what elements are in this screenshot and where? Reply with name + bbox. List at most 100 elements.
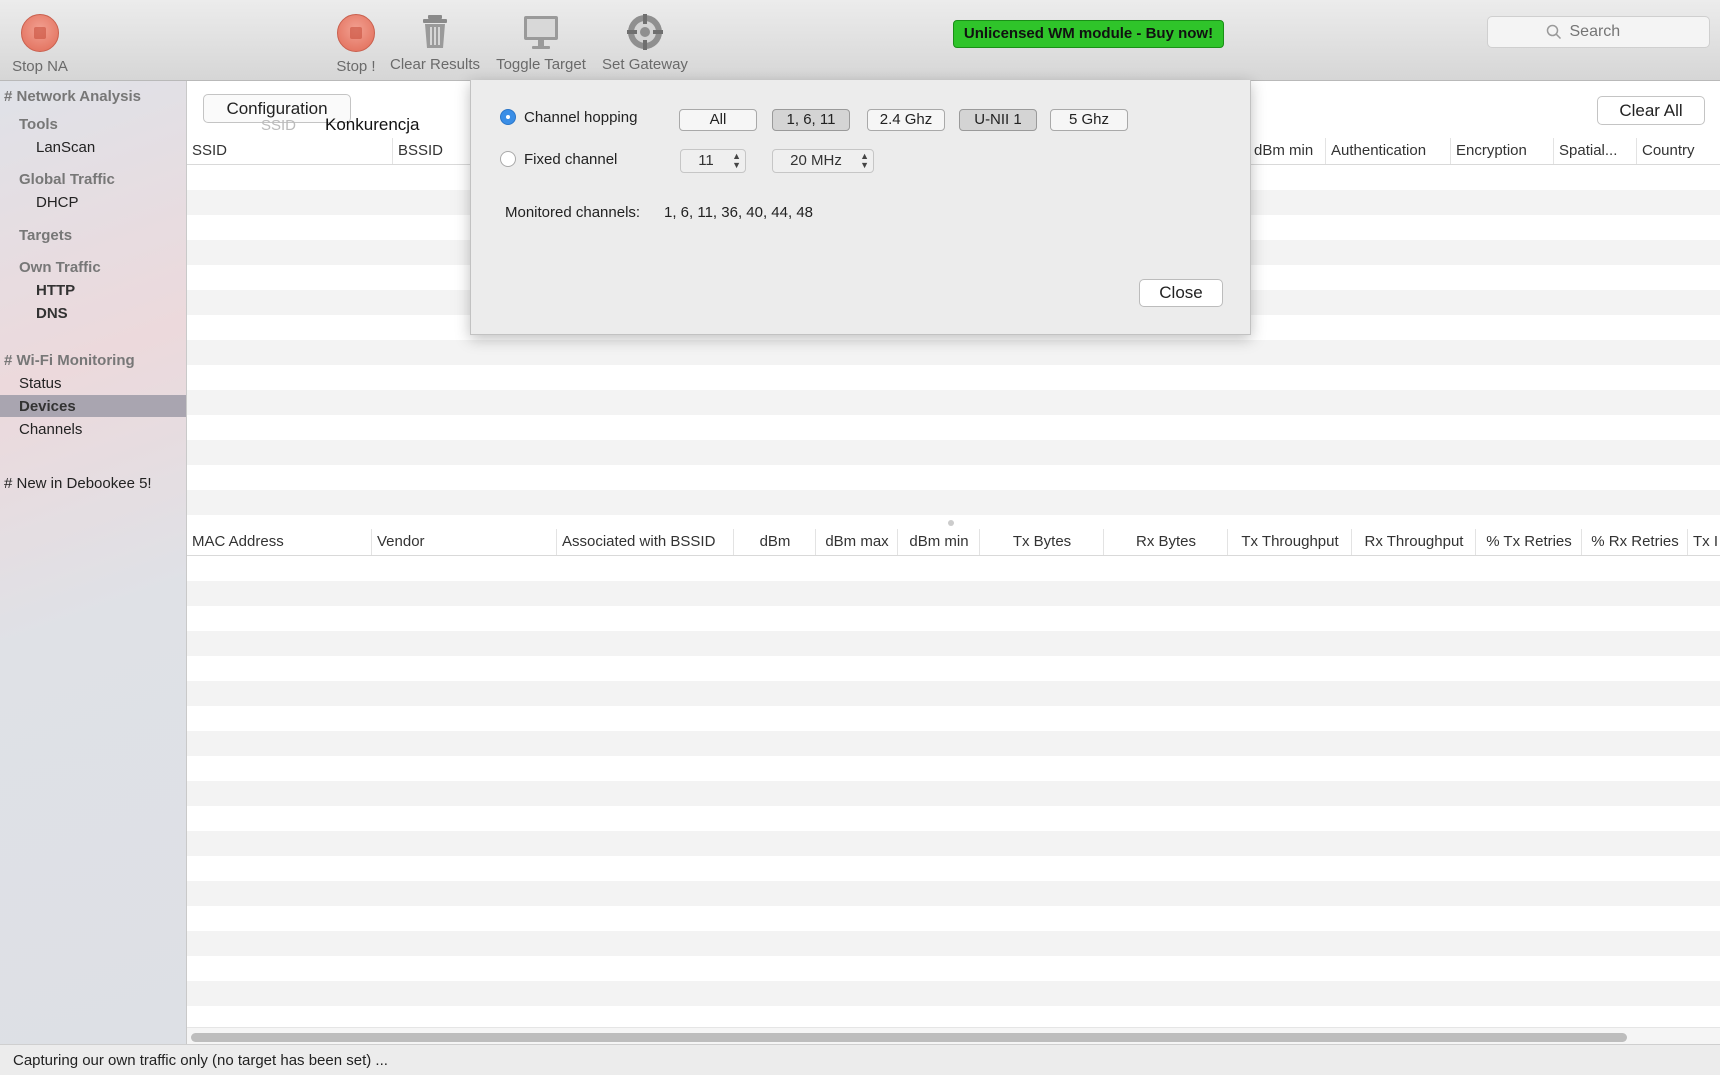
table-row[interactable]: [187, 831, 1720, 856]
sidebar-group-global-traffic[interactable]: Global Traffic: [19, 171, 115, 188]
sidebar-item-lanscan[interactable]: LanScan: [36, 139, 95, 156]
table-row[interactable]: [187, 981, 1720, 1006]
stepper-arrows-icon: ▲ ▼: [732, 151, 741, 170]
channel-hopping-radio[interactable]: [500, 109, 516, 125]
toolbar: Stop NA Stop ! Clear Results Toggle Targ…: [0, 0, 1720, 81]
set-gateway-button[interactable]: Set Gateway: [600, 12, 690, 73]
monitor-icon: [524, 16, 558, 49]
channel-number-value: 11: [698, 152, 714, 169]
stop-button[interactable]: Stop !: [330, 12, 382, 75]
stop-na-label: Stop NA: [12, 58, 68, 75]
table-row[interactable]: [187, 340, 1720, 365]
column-header-tx-bytes[interactable]: Tx Bytes: [979, 529, 1104, 555]
clear-all-button[interactable]: Clear All: [1597, 96, 1705, 125]
monitored-channels-value: 1, 6, 11, 36, 40, 44, 48: [664, 204, 814, 221]
sidebar-item-dns[interactable]: DNS: [36, 305, 68, 322]
table-row[interactable]: [187, 756, 1720, 781]
column-header-tx-retries[interactable]: % Tx Retries: [1475, 529, 1582, 555]
status-bar: Capturing our own traffic only (no targe…: [0, 1044, 1720, 1075]
chip-u-nii-1[interactable]: U-NII 1: [959, 109, 1037, 131]
stop-na-button[interactable]: Stop NA: [8, 12, 72, 75]
column-header-dbm-min-devices[interactable]: dBm min: [897, 529, 980, 555]
column-header-tx-truncated[interactable]: Tx I: [1687, 529, 1720, 555]
toggle-target-label: Toggle Target: [496, 56, 586, 73]
chip-5-ghz[interactable]: 5 Ghz: [1050, 109, 1128, 131]
splitter-handle[interactable]: [948, 520, 954, 526]
search-input[interactable]: [1567, 22, 1652, 42]
chip-2-4-ghz[interactable]: 2.4 Ghz: [867, 109, 945, 131]
select-arrows-icon: ▲ ▼: [860, 151, 869, 170]
column-header-dbm[interactable]: dBm: [733, 529, 816, 555]
column-header-rx-retries[interactable]: % Rx Retries: [1581, 529, 1688, 555]
table-row[interactable]: [187, 556, 1720, 581]
table-row[interactable]: [187, 856, 1720, 881]
table-row[interactable]: [187, 606, 1720, 631]
column-header-dbm-min[interactable]: dBm min: [1249, 138, 1316, 164]
column-header-authentication[interactable]: Authentication: [1325, 138, 1439, 164]
table-row[interactable]: [187, 881, 1720, 906]
search-icon: [1546, 24, 1561, 40]
table-row[interactable]: [187, 390, 1720, 415]
chip-1-6-11[interactable]: 1, 6, 11: [772, 109, 850, 131]
sidebar-item-channels[interactable]: Channels: [19, 421, 82, 438]
stop-na-icon: [21, 14, 59, 52]
sidebar-item-status[interactable]: Status: [19, 375, 62, 392]
table-row[interactable]: [187, 465, 1720, 490]
column-header-mac-address[interactable]: MAC Address: [187, 529, 372, 555]
column-header-encryption[interactable]: Encryption: [1450, 138, 1550, 164]
column-header-rx-bytes[interactable]: Rx Bytes: [1103, 529, 1228, 555]
trash-icon: [423, 15, 447, 48]
table-row[interactable]: [187, 656, 1720, 681]
horizontal-scrollbar-thumb[interactable]: [191, 1033, 1627, 1042]
sidebar-item-devices[interactable]: Devices: [19, 398, 76, 415]
channel-hopping-label[interactable]: Channel hopping: [524, 109, 637, 126]
sidebar-item-new-in-debookee[interactable]: # New in Debookee 5!: [4, 475, 152, 492]
column-header-dbm-max[interactable]: dBm max: [815, 529, 898, 555]
table-row[interactable]: [187, 906, 1720, 931]
sidebar-section-network-analysis: # Network Analysis: [4, 88, 141, 105]
table-row[interactable]: [187, 956, 1720, 981]
close-button[interactable]: Close: [1139, 279, 1223, 307]
table-row[interactable]: [187, 440, 1720, 465]
table-row[interactable]: [187, 706, 1720, 731]
column-header-country[interactable]: Country: [1636, 138, 1720, 164]
table-row[interactable]: [187, 631, 1720, 656]
search-field[interactable]: [1487, 16, 1710, 48]
table-row[interactable]: [187, 365, 1720, 390]
table-row[interactable]: [187, 781, 1720, 806]
clear-results-button[interactable]: Clear Results: [388, 12, 482, 73]
license-banner[interactable]: Unlicensed WM module - Buy now!: [953, 20, 1224, 48]
ssid-filter-name[interactable]: Konkurencja: [325, 115, 420, 135]
channel-width-value: 20 MHz: [790, 152, 842, 169]
crosshair-icon: [627, 14, 663, 50]
sidebar-group-tools[interactable]: Tools: [19, 116, 58, 133]
column-header-rx-throughput[interactable]: Rx Throughput: [1351, 529, 1476, 555]
table-row[interactable]: [187, 806, 1720, 831]
sidebar-item-dhcp[interactable]: DHCP: [36, 194, 79, 211]
column-header-spatial[interactable]: Spatial...: [1553, 138, 1621, 164]
table-row[interactable]: [187, 581, 1720, 606]
stop-label: Stop !: [336, 58, 376, 75]
table-row[interactable]: [187, 681, 1720, 706]
sidebar-group-targets[interactable]: Targets: [19, 227, 72, 244]
ssid-tab-label[interactable]: SSID: [261, 117, 296, 134]
fixed-channel-label[interactable]: Fixed channel: [524, 151, 617, 168]
channel-config-popover: Channel hopping All 1, 6, 11 2.4 Ghz U-N…: [470, 80, 1251, 335]
sidebar-item-http[interactable]: HTTP: [36, 282, 75, 299]
column-header-associated-bssid[interactable]: Associated with BSSID: [556, 529, 740, 555]
stop-icon: [337, 14, 375, 52]
sidebar-group-own-traffic[interactable]: Own Traffic: [19, 259, 101, 276]
channel-number-stepper[interactable]: 11 ▲ ▼: [680, 149, 746, 173]
table-row[interactable]: [187, 415, 1720, 440]
column-header-ssid[interactable]: SSID: [187, 138, 392, 164]
column-header-vendor[interactable]: Vendor: [371, 529, 557, 555]
set-gateway-label: Set Gateway: [602, 56, 688, 73]
table-row[interactable]: [187, 931, 1720, 956]
channel-width-select[interactable]: 20 MHz ▲ ▼: [772, 149, 874, 173]
table-row[interactable]: [187, 490, 1720, 515]
column-header-tx-throughput[interactable]: Tx Throughput: [1227, 529, 1352, 555]
table-row[interactable]: [187, 731, 1720, 756]
chip-all[interactable]: All: [679, 109, 757, 131]
toggle-target-button[interactable]: Toggle Target: [492, 12, 590, 73]
fixed-channel-radio[interactable]: [500, 151, 516, 167]
